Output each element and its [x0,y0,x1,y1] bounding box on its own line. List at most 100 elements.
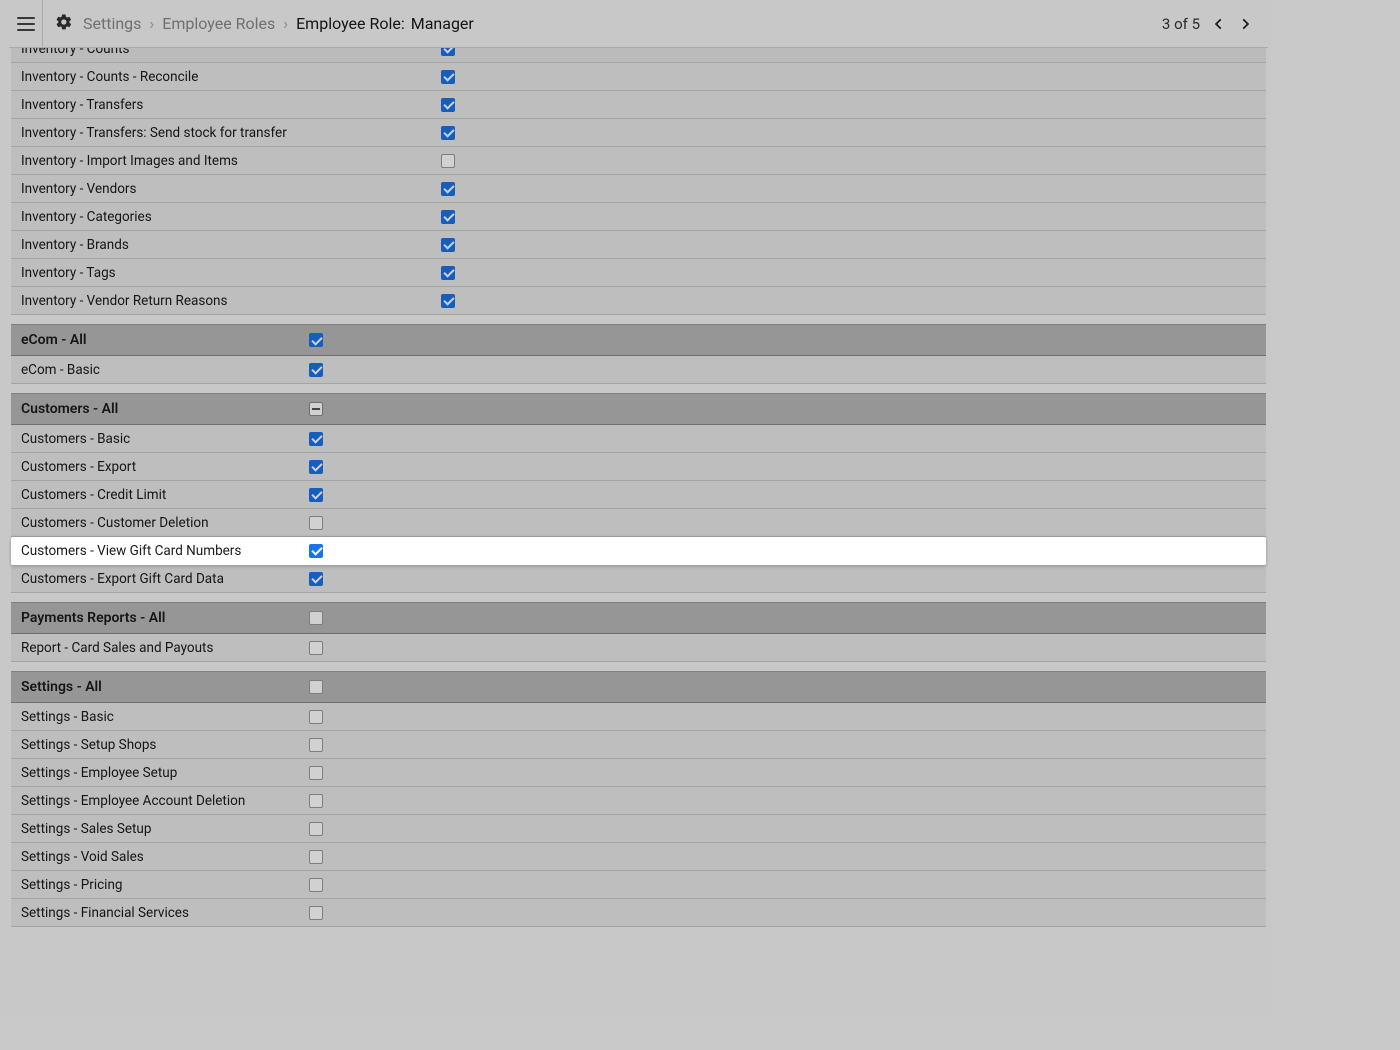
chevron-right-icon: › [277,14,294,33]
permission-checkbox[interactable] [309,432,323,446]
settings-icon-slot [51,13,77,35]
permission-row: Customers - Credit Limit [11,481,1266,509]
permission-group-checkbox[interactable] [309,333,323,347]
permission-row: Inventory - Import Images and Items [11,147,1266,175]
permission-row: Inventory - Tags [11,259,1266,287]
permission-checkbox[interactable] [309,710,323,724]
permission-checkbox[interactable] [309,766,323,780]
permission-group-checkbox[interactable] [309,680,323,694]
permission-row: Inventory - Transfers [11,91,1266,119]
permission-row: Inventory - Categories [11,203,1266,231]
permission-row: Report - Card Sales and Payouts [11,634,1266,662]
permission-group-label: Payments Reports - All [21,610,309,626]
permission-label: Report - Card Sales and Payouts [21,640,309,656]
permission-checkbox[interactable] [309,794,323,808]
permission-row: Customers - Export [11,453,1266,481]
next-record-button[interactable] [1232,0,1258,48]
gear-icon [55,13,73,35]
permission-row: Settings - Basic [11,703,1266,731]
permission-label: Settings - Pricing [21,877,309,893]
permission-checkbox[interactable] [441,294,455,308]
permission-row: Customers - Export Gift Card Data [11,565,1266,593]
permission-group-header: Payments Reports - All [11,602,1266,634]
permission-label: Settings - Employee Setup [21,765,309,781]
permission-checkbox[interactable] [309,738,323,752]
permission-row: Settings - Financial Services [11,899,1266,927]
breadcrumb-settings[interactable]: Settings [81,14,143,33]
permission-checkbox[interactable] [309,641,323,655]
permission-label: Inventory - Vendor Return Reasons [21,293,441,309]
breadcrumb-current-value: Manager [407,14,474,33]
permission-row: Customers - Basic [11,425,1266,453]
permission-row: Settings - Sales Setup [11,815,1266,843]
permission-checkbox[interactable] [441,70,455,84]
header-bar: Settings › Employee Roles › Employee Rol… [9,0,1268,48]
breadcrumb: Settings › Employee Roles › Employee Rol… [81,14,474,33]
permission-checkbox[interactable] [309,363,323,377]
permission-label: Settings - Financial Services [21,905,309,921]
permission-checkbox[interactable] [309,572,323,586]
permission-group-header: Settings - All [11,671,1266,703]
permission-group-label: Customers - All [21,401,309,417]
permission-checkbox[interactable] [441,238,455,252]
permission-row: Customers - Customer Deletion [11,509,1266,537]
hamburger-menu-button[interactable] [9,0,43,48]
permission-label: Inventory - Transfers [21,97,441,113]
permission-label: Inventory - Vendors [21,181,441,197]
permission-row: Inventory - Transfers: Send stock for tr… [11,119,1266,147]
permission-label: Customers - Export [21,459,309,475]
permission-checkbox[interactable] [309,906,323,920]
permission-checkbox[interactable] [441,210,455,224]
permission-checkbox[interactable] [441,266,455,280]
breadcrumb-current-prefix: Employee Role: [294,14,407,33]
permission-row: Inventory - Vendor Return Reasons [11,287,1266,315]
prev-record-button[interactable] [1206,0,1232,48]
permission-label: Inventory - Categories [21,209,441,225]
permission-label: Inventory - Counts - Reconcile [21,69,441,85]
chevron-right-icon: › [143,14,160,33]
permission-row: Inventory - Counts [11,48,1266,63]
app-frame: Settings › Employee Roles › Employee Rol… [9,0,1268,955]
chevron-right-icon [1238,13,1252,35]
permission-row: Inventory - Vendors [11,175,1266,203]
permission-group-label: eCom - All [21,332,309,348]
permission-checkbox[interactable] [441,182,455,196]
permission-label: Inventory - Counts [21,48,441,57]
permission-label: Customers - Basic [21,431,309,447]
permission-row: Inventory - Brands [11,231,1266,259]
permission-label: Inventory - Brands [21,237,441,253]
permission-checkbox[interactable] [309,460,323,474]
permission-checkbox[interactable] [309,544,323,558]
permission-label: Settings - Basic [21,709,309,725]
permission-label: Customers - Customer Deletion [21,515,309,531]
permission-row: Inventory - Counts - Reconcile [11,63,1266,91]
permission-checkbox[interactable] [309,516,323,530]
permission-checkbox[interactable] [441,98,455,112]
permission-label: Inventory - Tags [21,265,441,281]
permission-checkbox[interactable] [309,488,323,502]
permission-group-checkbox[interactable] [309,402,323,416]
permissions-list: Inventory - Counts Inventory - Counts - R… [9,48,1268,955]
permission-row: Settings - Void Sales [11,843,1266,871]
permission-checkbox[interactable] [309,822,323,836]
permission-label: Settings - Sales Setup [21,821,309,837]
permission-group-checkbox[interactable] [309,611,323,625]
permission-label: Inventory - Import Images and Items [21,153,441,169]
permission-row: eCom - Basic [11,356,1266,384]
permission-label: Customers - Credit Limit [21,487,309,503]
permission-label: Settings - Void Sales [21,849,309,865]
permission-checkbox[interactable] [309,878,323,892]
permission-label: Settings - Setup Shops [21,737,309,753]
permission-label: Customers - View Gift Card Numbers [21,543,309,559]
permission-label: Customers - Export Gift Card Data [21,571,309,587]
breadcrumb-employee-roles[interactable]: Employee Roles [160,14,277,33]
permission-row: Settings - Employee Account Deletion [11,787,1266,815]
hamburger-icon [17,17,35,31]
permission-row: Customers - View Gift Card Numbers [11,537,1266,565]
permission-checkbox[interactable] [441,154,455,168]
permission-checkbox[interactable] [441,48,455,56]
permission-checkbox[interactable] [309,850,323,864]
permission-group-label: Settings - All [21,679,309,695]
permission-group-header: eCom - All [11,324,1266,356]
permission-checkbox[interactable] [441,126,455,140]
